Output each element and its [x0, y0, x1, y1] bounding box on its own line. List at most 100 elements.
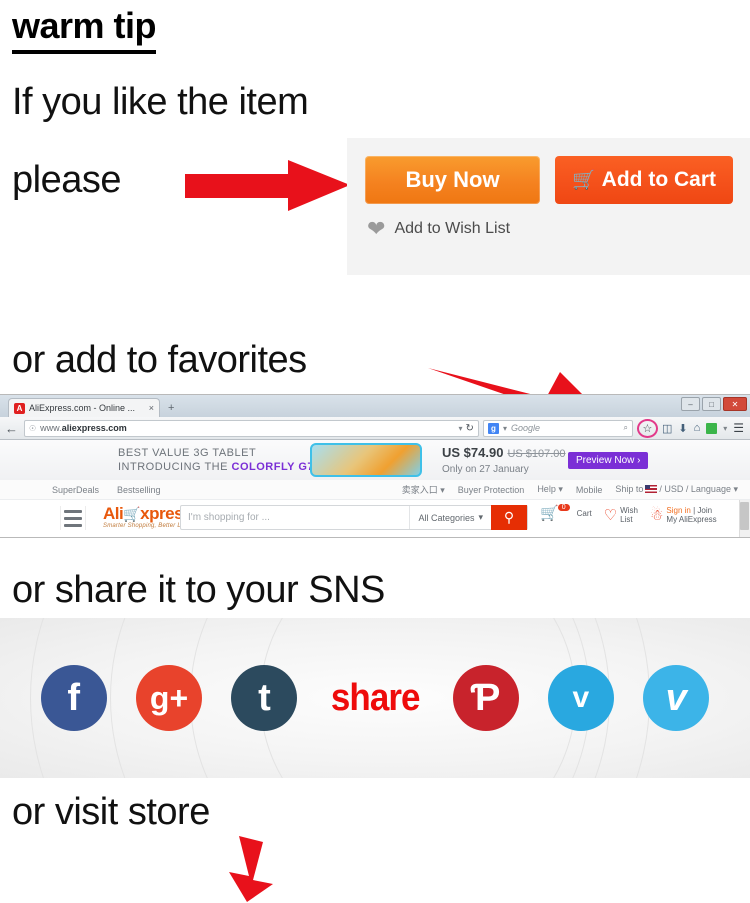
scrollbar-thumb[interactable]: [740, 502, 749, 530]
tablet-product-image: [310, 443, 422, 477]
nav-left-links: SuperDeals Bestselling: [52, 485, 161, 495]
heart-icon: ❤: [367, 216, 386, 241]
nav-link-help[interactable]: Help ▾: [537, 484, 563, 495]
promo-text: BEST VALUE 3G TABLET INTRODUCING THE COL…: [118, 446, 327, 474]
add-to-cart-label: Add to Cart: [601, 168, 716, 191]
instruction-line-2: please: [12, 159, 121, 201]
url-text: www.aliexpress.com: [40, 423, 127, 433]
site-search-bar[interactable]: I'm shopping for ... All Categories ▾ ⚲: [180, 505, 528, 530]
site-info-icon: ☉: [29, 423, 37, 433]
cart-icon: 🛒: [540, 505, 559, 522]
pinterest-icon[interactable]: Ƥ: [452, 665, 519, 731]
nav-link-buyer-protection[interactable]: Buyer Protection: [458, 485, 525, 495]
evernote-icon[interactable]: [706, 422, 718, 434]
search-button[interactable]: ⚲: [491, 505, 527, 530]
maximize-button[interactable]: □: [702, 397, 721, 411]
browser-screenshot: A AliExpress.com - Online ... × + – □ ✕ …: [0, 394, 750, 538]
aliexpress-favicon-icon: A: [14, 402, 25, 414]
url-bar-controls: ▾ ↻: [459, 423, 474, 434]
google-icon: g: [487, 422, 499, 434]
browser-tab-title: AliExpress.com - Online ...: [29, 403, 136, 413]
browser-tab-strip: A AliExpress.com - Online ... × + – □ ✕: [0, 395, 750, 417]
us-flag-icon: [645, 485, 658, 493]
instruction-line-3: or add to favorites: [12, 339, 307, 381]
page-title: warm tip: [12, 4, 157, 54]
social-share-strip: f g+ t share Ƥ ᴠ v: [0, 618, 750, 778]
browser-tab[interactable]: A AliExpress.com - Online ... ×: [8, 398, 160, 417]
back-arrow-icon[interactable]: ←: [5, 421, 18, 436]
arrow-right-icon: [185, 160, 350, 211]
cart-count-badge: 0: [557, 504, 570, 511]
instruction-line-1: If you like the item: [12, 81, 309, 123]
promo-price: US $74.90 US $107.00 Only on 27 January: [442, 444, 566, 475]
tumblr-icon[interactable]: t: [231, 665, 298, 731]
purchase-button-row: Buy Now 🛒 Add to Cart: [365, 156, 733, 204]
aliexpress-page: BEST VALUE 3G TABLET INTRODUCING THE COL…: [0, 440, 750, 537]
category-dropdown[interactable]: All Categories ▾: [409, 506, 491, 529]
close-tab-icon[interactable]: ×: [149, 403, 154, 413]
chevron-down-icon[interactable]: ▾: [503, 424, 507, 433]
search-icon[interactable]: ⌕: [623, 423, 627, 433]
add-to-wish-list-button[interactable]: ❤ Add to Wish List: [367, 218, 510, 240]
arrow-down-icon: [229, 836, 273, 902]
share-label: share: [330, 676, 421, 719]
twitter-icon[interactable]: ᴠ: [547, 665, 614, 731]
browser-search-box[interactable]: g ▾ Google ⌕: [482, 419, 633, 437]
facebook-icon[interactable]: f: [40, 665, 107, 731]
search-icon: ⚲: [503, 509, 515, 525]
heart-outline-icon: ♡: [603, 506, 618, 524]
search-input[interactable]: I'm shopping for ...: [181, 512, 409, 523]
url-bar[interactable]: ☉ www.aliexpress.com ▾ ↻: [24, 419, 479, 437]
cart-icon: 🛒: [572, 169, 596, 191]
buy-now-button[interactable]: Buy Now: [365, 156, 540, 204]
promo-line-2: INTRODUCING THE COLORFLY G708: [118, 461, 328, 473]
promo-line-1: BEST VALUE 3G TABLET: [118, 447, 257, 459]
user-icon: ☃: [649, 506, 664, 524]
preview-now-button[interactable]: Preview Now ›: [568, 452, 649, 469]
vimeo-icon[interactable]: v: [643, 665, 710, 731]
ship-to-selector[interactable]: Ship to / USD / Language ▾: [615, 484, 738, 495]
cart-label: Cart: [576, 509, 592, 518]
new-tab-icon[interactable]: +: [168, 402, 174, 414]
account-label: Sign in | Join My AliExpress: [666, 506, 717, 524]
close-window-button[interactable]: ✕: [723, 397, 747, 411]
price-original: US $107.00: [507, 448, 566, 460]
price-note: Only on 27 January: [442, 464, 529, 475]
download-icon[interactable]: ⬇: [678, 422, 687, 435]
google-plus-icon[interactable]: g+: [136, 665, 203, 731]
bookmark-star-icon[interactable]: ☆: [636, 418, 658, 438]
menu-icon[interactable]: ☰: [733, 421, 744, 435]
minimize-button[interactable]: –: [681, 397, 700, 411]
chevron-down-icon[interactable]: ▾: [459, 424, 463, 433]
dropdown-icon[interactable]: ▾: [723, 424, 727, 433]
sign-in-link[interactable]: Sign in: [666, 506, 690, 515]
wish-list-button[interactable]: ♡ Wish List: [604, 506, 638, 524]
account-button[interactable]: ☃ Sign in | Join My AliExpress: [650, 506, 717, 524]
nav-link-bestselling[interactable]: Bestselling: [117, 485, 161, 495]
nav-link-mobile[interactable]: Mobile: [576, 485, 603, 495]
wish-list-label: Wish List: [620, 506, 638, 524]
instruction-line-5: or visit store: [12, 791, 210, 833]
home-icon[interactable]: ⌂: [694, 422, 701, 434]
browser-toolbar: ← ☉ www.aliexpress.com ▾ ↻ g ▾ Google ⌕ …: [0, 417, 750, 440]
add-to-cart-button[interactable]: 🛒 Add to Cart: [555, 156, 733, 204]
reload-icon[interactable]: ↻: [466, 423, 474, 434]
window-controls: – □ ✕: [681, 397, 747, 411]
product-actions-panel: Buy Now 🛒 Add to Cart ❤ Add to Wish List: [347, 138, 750, 275]
wish-list-label: Add to Wish List: [394, 220, 511, 237]
nav-link-superdeals[interactable]: SuperDeals: [52, 485, 99, 495]
aliexpress-top-nav: SuperDeals Bestselling 卖家入口 ▾ Buyer Prot…: [0, 480, 750, 500]
price-current: US $74.90: [442, 445, 504, 460]
promo-banner[interactable]: BEST VALUE 3G TABLET INTRODUCING THE COL…: [0, 440, 750, 480]
categories-menu-icon[interactable]: [60, 506, 86, 530]
social-icon-row: f g+ t share Ƥ ᴠ v: [0, 618, 750, 778]
browser-toolbar-icons: ☆ ◫ ⬇ ⌂ ▾ ☰: [633, 418, 750, 438]
reader-icon[interactable]: ◫: [662, 422, 672, 435]
logo-cart-icon: 🛒: [123, 506, 141, 522]
cart-button[interactable]: 🛒 0 Cart: [540, 504, 592, 522]
aliexpress-header: Ali🛒xpress Smarter Shopping, Better Livi…: [0, 500, 750, 537]
nav-right-links: 卖家入口 ▾ Buyer Protection Help ▾ Mobile Sh…: [402, 483, 738, 496]
nav-link-seller-entry[interactable]: 卖家入口 ▾: [402, 483, 445, 496]
page-scrollbar[interactable]: [739, 500, 750, 537]
promotional-banner-page: warm tip If you like the item please Buy…: [0, 0, 750, 903]
